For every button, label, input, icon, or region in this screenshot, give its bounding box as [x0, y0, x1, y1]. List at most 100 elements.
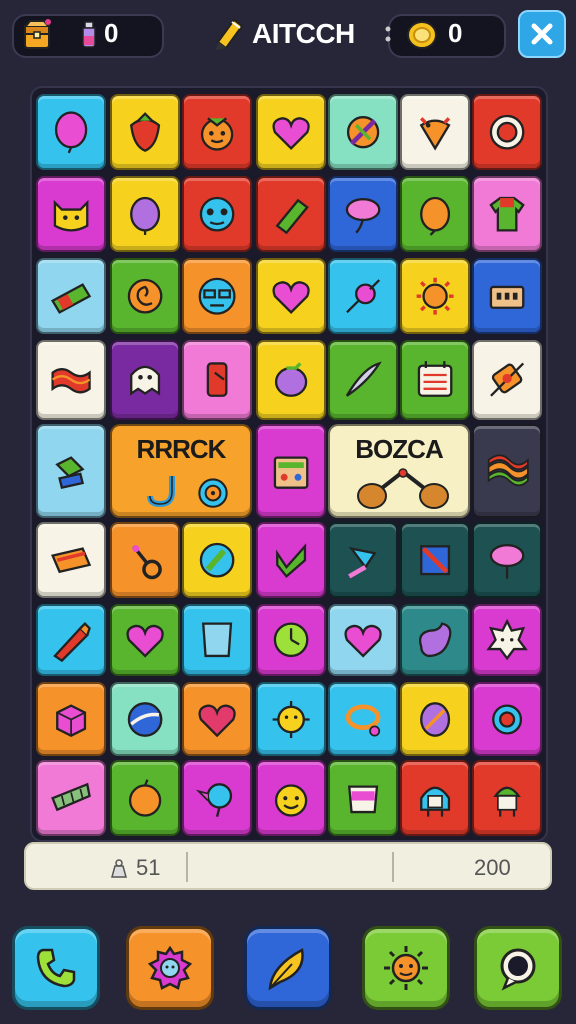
tile-strawberry[interactable] — [110, 94, 180, 170]
tile-mango[interactable] — [400, 176, 470, 252]
tile-cart[interactable] — [36, 522, 106, 598]
snail-shell-icon — [198, 478, 228, 508]
tile-cloud-tree[interactable] — [328, 176, 398, 252]
tile-ice-cream[interactable] — [328, 522, 398, 598]
box-robot-icon — [489, 285, 525, 309]
tile-spiky-face[interactable] — [256, 682, 326, 756]
tile-orange-face[interactable] — [182, 94, 252, 170]
tile-pink-tree[interactable] — [472, 522, 542, 598]
tile-orange[interactable] — [110, 760, 180, 836]
chat-button[interactable] — [474, 926, 562, 1010]
sun-face-icon — [384, 946, 428, 990]
calendar-icon — [417, 361, 453, 398]
robot-figure-icon — [493, 786, 521, 817]
more-dots-icon[interactable] — [384, 22, 392, 48]
tile-compass[interactable] — [328, 94, 398, 170]
tile-balloon[interactable] — [36, 94, 106, 170]
tile-bottle[interactable] — [256, 176, 326, 252]
cart-icon — [50, 547, 92, 573]
glass-icon — [201, 622, 233, 658]
tile-cat[interactable] — [36, 176, 106, 252]
target-value: 200 — [474, 855, 511, 880]
tile-flag[interactable] — [182, 340, 252, 420]
orange-face-icon — [200, 117, 234, 151]
cube-icon — [55, 703, 87, 737]
moves-value: 51 — [136, 855, 161, 880]
bean-icon — [418, 622, 452, 658]
tile-swirl[interactable] — [110, 258, 180, 334]
tile-shirt[interactable] — [472, 176, 542, 252]
tile-robot-figure[interactable] — [472, 760, 542, 836]
tile-hooded-figure[interactable] — [400, 760, 470, 836]
tile-heart-5[interactable] — [182, 682, 252, 756]
tile-check[interactable] — [256, 522, 326, 598]
tile-key[interactable] — [110, 522, 180, 598]
tile-sun-2[interactable] — [400, 258, 470, 334]
tile-gear[interactable] — [472, 682, 542, 756]
frame-icon — [419, 544, 451, 576]
tile-star-face[interactable] — [472, 604, 542, 676]
tile-carrot[interactable] — [36, 760, 106, 836]
tile-ghost[interactable] — [110, 340, 180, 420]
tile-glass[interactable] — [182, 604, 252, 676]
tile-poster[interactable] — [256, 424, 326, 518]
close-button[interactable] — [518, 10, 566, 58]
tile-bacon[interactable] — [36, 340, 106, 420]
wave-flag-icon — [487, 453, 529, 486]
tile-tank[interactable] — [36, 424, 106, 518]
phone-icon — [36, 948, 76, 988]
tile-heart-2[interactable] — [256, 258, 326, 334]
tile-battery[interactable] — [36, 258, 106, 334]
pink-tree-icon — [489, 543, 525, 579]
lollipop-icon — [346, 279, 380, 313]
tile-frame[interactable] — [400, 522, 470, 598]
tile-cube[interactable] — [36, 682, 106, 756]
coin-icon — [407, 21, 437, 49]
tile-blade[interactable] — [328, 340, 398, 420]
orb-icon — [199, 542, 235, 578]
tile-sun[interactable] — [472, 94, 542, 170]
tile-bird[interactable] — [400, 94, 470, 170]
tile-box-robot[interactable] — [472, 258, 542, 334]
smiley-icon — [274, 784, 308, 817]
tile-eggplant[interactable] — [256, 340, 326, 420]
tile-plum[interactable] — [110, 176, 180, 252]
cup-icon — [347, 785, 379, 814]
tile-lollipop[interactable] — [328, 258, 398, 334]
bracelet-icon — [345, 703, 381, 737]
tile-marker[interactable] — [36, 604, 106, 676]
tile-blue-face[interactable] — [182, 176, 252, 252]
tile-lantern[interactable] — [472, 340, 542, 420]
mango-icon — [419, 196, 451, 236]
special-tile-bozca[interactable]: BOZCA — [328, 424, 470, 518]
treasure-chest-icon[interactable] — [22, 18, 52, 50]
tile-clock[interactable] — [256, 604, 326, 676]
tile-heart[interactable] — [256, 94, 326, 170]
tile-calendar[interactable] — [400, 340, 470, 420]
heart-icon — [272, 116, 310, 150]
special-tile-rrrck[interactable]: RRRCK — [110, 424, 252, 518]
tile-wave-flag[interactable] — [472, 424, 542, 518]
tile-glasses-face[interactable] — [182, 258, 252, 334]
phone-button[interactable] — [12, 926, 100, 1010]
tile-bird-2[interactable] — [182, 760, 252, 836]
hooded-figure-icon — [419, 786, 451, 817]
settings-button[interactable] — [126, 926, 214, 1010]
ball-icon — [127, 701, 163, 737]
tile-orb[interactable] — [182, 522, 252, 598]
key-icon — [132, 544, 162, 580]
tile-smiley[interactable] — [256, 760, 326, 836]
tile-bracelet[interactable] — [328, 682, 398, 756]
feather-button[interactable] — [244, 926, 332, 1010]
tile-heart-3[interactable] — [110, 604, 180, 676]
tile-medallion[interactable] — [400, 682, 470, 756]
tile-ball[interactable] — [110, 682, 180, 756]
tile-heart-4[interactable] — [328, 604, 398, 676]
sun-button[interactable] — [362, 926, 450, 1010]
balloon-icon — [54, 111, 88, 154]
poster-icon — [273, 455, 309, 489]
tile-cup[interactable] — [328, 760, 398, 836]
lantern-icon — [490, 363, 524, 397]
star-face-icon — [486, 618, 528, 661]
tile-bean[interactable] — [400, 604, 470, 676]
